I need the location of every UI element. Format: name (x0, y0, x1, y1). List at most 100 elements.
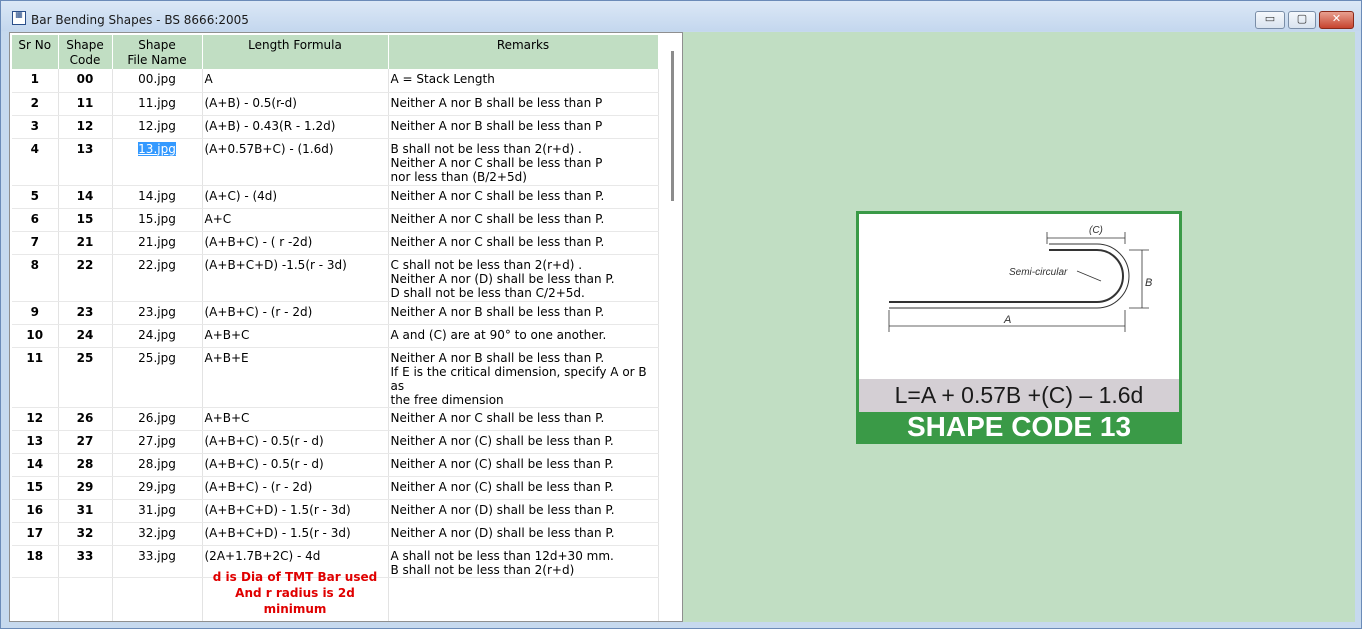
cell-length-formula[interactable]: (A+B+C) - ( r -2d) (202, 231, 389, 255)
cell-remarks[interactable]: Neither A nor C shall be less than P. (388, 208, 659, 232)
cell-length-formula[interactable]: (A+B) - 0.43(R - 1.2d) (202, 115, 389, 139)
cell-file-name[interactable]: 29.jpg (112, 476, 203, 500)
cell-file-name[interactable]: 14.jpg (112, 185, 203, 209)
selected-file-name[interactable]: 13.jpg (138, 141, 176, 156)
cell-shape-code[interactable]: 28 (58, 453, 113, 477)
cell-sr-no[interactable]: 12 (12, 407, 59, 431)
cell-shape-code[interactable]: 23 (58, 301, 113, 325)
cell-length-formula[interactable]: (A+B+C+D) - 1.5(r - 3d) (202, 499, 389, 523)
table-row[interactable]: 1 00 00.jpg A A = Stack Length (12, 69, 659, 93)
cell-length-formula[interactable]: A+B+C (202, 407, 389, 431)
table-row[interactable]: 4 13 13.jpg (A+0.57B+C) - (1.6d) B shall not… (12, 138, 659, 186)
table-row[interactable]: 2 11 11.jpg (A+B) - 0.5(r-d) Neither A nor B… (12, 92, 659, 116)
table-row[interactable]: 7 21 21.jpg (A+B+C) - ( r -2d) Neither A nor… (12, 231, 659, 255)
cell-shape-code[interactable]: 25 (58, 347, 113, 408)
cell-file-name[interactable]: 32.jpg (112, 522, 203, 546)
cell-sr-no[interactable]: 5 (12, 185, 59, 209)
cell-sr-no[interactable]: 6 (12, 208, 59, 232)
cell-shape-code[interactable]: 11 (58, 92, 113, 116)
cell-sr-no[interactable]: 8 (12, 254, 59, 302)
header-shape-file-name[interactable]: Shape File Name (112, 35, 203, 69)
cell-shape-code[interactable]: 12 (58, 115, 113, 139)
cell-length-formula[interactable]: (A+B+C) - 0.5(r - d) (202, 430, 389, 454)
table-row[interactable]: 5 14 14.jpg (A+C) - (4d) Neither A nor C sha… (12, 185, 659, 209)
cell-remarks[interactable]: Neither A nor (C) shall be less than P. (388, 476, 659, 500)
cell-file-name[interactable]: 33.jpg (112, 545, 203, 578)
header-shape-code[interactable]: Shape Code (58, 35, 113, 69)
cell-remarks[interactable]: Neither A nor (C) shall be less than P. (388, 453, 659, 477)
cell-sr-no[interactable]: 15 (12, 476, 59, 500)
maximize-button[interactable]: ▢ (1288, 11, 1316, 29)
cell-shape-code[interactable]: 33 (58, 545, 113, 578)
minimize-button[interactable]: ▭ (1255, 11, 1285, 29)
cell-remarks[interactable]: Neither A nor B shall be less than P. (388, 301, 659, 325)
cell-length-formula[interactable]: (A+B) - 0.5(r-d) (202, 92, 389, 116)
cell-remarks[interactable]: A and (C) are at 90° to one another. (388, 324, 659, 348)
cell-length-formula[interactable]: (A+B+C) - (r - 2d) (202, 476, 389, 500)
table-row[interactable]: 13 27 27.jpg (A+B+C) - 0.5(r - d) Neither A … (12, 430, 659, 454)
cell-sr-no[interactable]: 10 (12, 324, 59, 348)
cell-remarks[interactable]: Neither A nor (D) shall be less than P. (388, 499, 659, 523)
table-row[interactable]: 10 24 24.jpg A+B+C A and (C) are at 90° to o… (12, 324, 659, 348)
cell-shape-code[interactable]: 29 (58, 476, 113, 500)
cell-remarks[interactable]: Neither A nor C shall be less than P. (388, 407, 659, 431)
cell-sr-no[interactable]: 9 (12, 301, 59, 325)
cell-length-formula[interactable]: A+C (202, 208, 389, 232)
vertical-scrollbar[interactable] (664, 33, 682, 621)
table-row[interactable]: 9 23 23.jpg (A+B+C) - (r - 2d) Neither A nor… (12, 301, 659, 325)
scrollbar-thumb[interactable] (671, 51, 674, 201)
cell-shape-code[interactable]: 27 (58, 430, 113, 454)
cell-length-formula[interactable]: A (202, 69, 389, 93)
cell-shape-code[interactable]: 24 (58, 324, 113, 348)
cell-file-name[interactable]: 22.jpg (112, 254, 203, 302)
cell-file-name[interactable]: 15.jpg (112, 208, 203, 232)
cell-sr-no[interactable]: 18 (12, 545, 59, 578)
cell-length-formula[interactable]: (A+B+C+D) - 1.5(r - 3d) (202, 522, 389, 546)
close-button[interactable]: ✕ (1319, 11, 1354, 29)
cell-remarks[interactable]: C shall not be less than 2(r+d) . Neithe… (388, 254, 659, 302)
cell-file-name[interactable]: 31.jpg (112, 499, 203, 523)
cell-sr-no[interactable]: 2 (12, 92, 59, 116)
cell-length-formula[interactable]: (A+B+C) - (r - 2d) (202, 301, 389, 325)
cell-file-name[interactable]: 27.jpg (112, 430, 203, 454)
cell-file-name[interactable]: 26.jpg (112, 407, 203, 431)
cell-remarks[interactable]: Neither A nor (C) shall be less than P. (388, 430, 659, 454)
cell-sr-no[interactable]: 4 (12, 138, 59, 186)
cell-shape-code[interactable]: 13 (58, 138, 113, 186)
header-length-formula[interactable]: Length Formula (202, 35, 389, 69)
table-row[interactable]: 12 26 26.jpg A+B+C Neither A nor C shall be … (12, 407, 659, 431)
table-row[interactable]: 6 15 15.jpg A+C Neither A nor C shall be les… (12, 208, 659, 232)
cell-length-formula[interactable]: A+B+C (202, 324, 389, 348)
cell-file-name[interactable]: 00.jpg (112, 69, 203, 93)
title-bar[interactable]: ▦ Bar Bending Shapes - BS 8666:2005 ▭ ▢ … (1, 1, 1361, 31)
cell-shape-code[interactable]: 15 (58, 208, 113, 232)
cell-sr-no[interactable]: 7 (12, 231, 59, 255)
header-remarks[interactable]: Remarks (388, 35, 659, 69)
cell-remarks[interactable]: Neither A nor B shall be less than P (388, 115, 659, 139)
table-row[interactable]: 8 22 22.jpg (A+B+C+D) -1.5(r - 3d) C shall n… (12, 254, 659, 302)
cell-file-name[interactable]: 23.jpg (112, 301, 203, 325)
cell-remarks[interactable]: Neither A nor (D) shall be less than P. (388, 522, 659, 546)
cell-length-formula[interactable]: (A+0.57B+C) - (1.6d) (202, 138, 389, 186)
cell-sr-no[interactable]: 3 (12, 115, 59, 139)
table-row[interactable]: 3 12 12.jpg (A+B) - 0.43(R - 1.2d) Neither A… (12, 115, 659, 139)
cell-shape-code[interactable]: 31 (58, 499, 113, 523)
table-row[interactable]: 15 29 29.jpg (A+B+C) - (r - 2d) Neither A no… (12, 476, 659, 500)
table-row[interactable]: 17 32 32.jpg (A+B+C+D) - 1.5(r - 3d) Neither… (12, 522, 659, 546)
cell-shape-code[interactable]: 22 (58, 254, 113, 302)
cell-remarks[interactable]: Neither A nor C shall be less than P. (388, 185, 659, 209)
cell-file-name[interactable]: 28.jpg (112, 453, 203, 477)
table-row[interactable]: 11 25 25.jpg A+B+E Neither A nor B shall be … (12, 347, 659, 408)
cell-remarks[interactable]: Neither A nor B shall be less than P. If… (388, 347, 659, 408)
cell-shape-code[interactable]: 21 (58, 231, 113, 255)
cell-file-name[interactable]: 12.jpg (112, 115, 203, 139)
cell-sr-no[interactable]: 14 (12, 453, 59, 477)
cell-remarks[interactable]: A = Stack Length (388, 69, 659, 93)
cell-length-formula[interactable]: (A+B+C+D) -1.5(r - 3d) (202, 254, 389, 302)
cell-shape-code[interactable]: 00 (58, 69, 113, 93)
cell-file-name[interactable]: 24.jpg (112, 324, 203, 348)
cell-sr-no[interactable]: 13 (12, 430, 59, 454)
cell-shape-code[interactable]: 14 (58, 185, 113, 209)
cell-shape-code[interactable]: 26 (58, 407, 113, 431)
cell-remarks[interactable]: B shall not be less than 2(r+d) . Neithe… (388, 138, 659, 186)
